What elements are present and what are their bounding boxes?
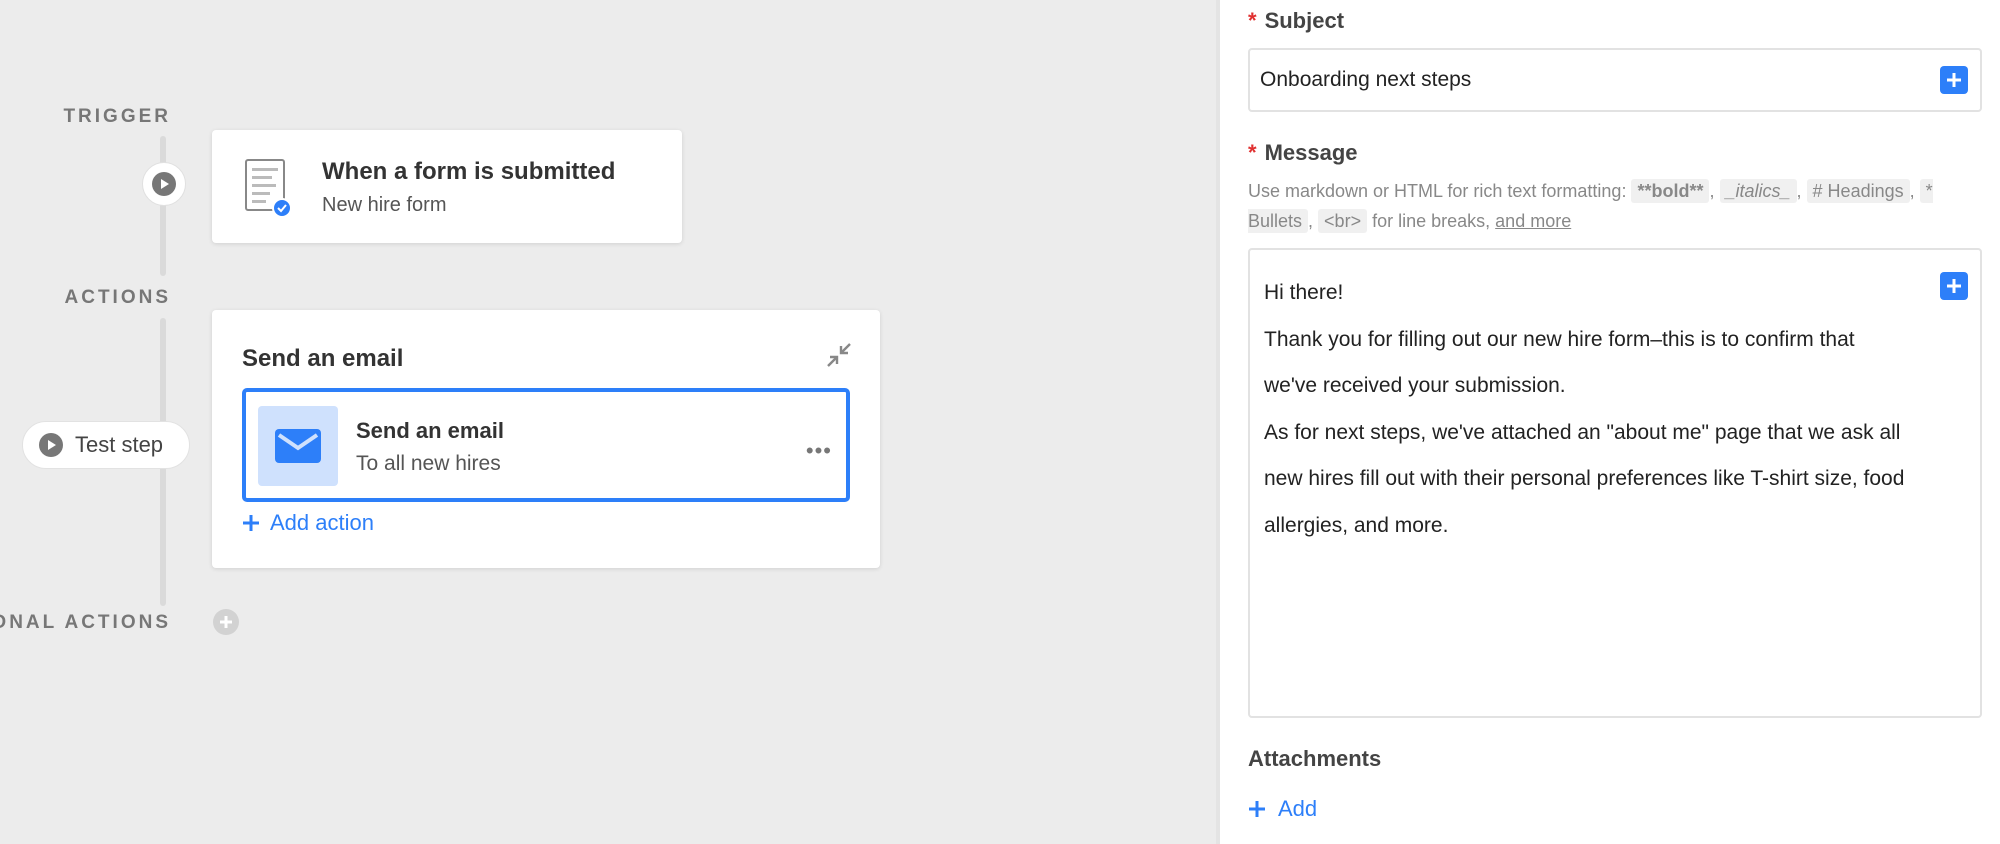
play-icon [152,172,176,196]
plus-icon [243,515,259,531]
action-card[interactable]: Send an email Send an email To all new h… [212,310,880,568]
message-label: * Message [1248,140,1358,166]
trigger-title: When a form is submitted [322,158,616,185]
trigger-run-button[interactable] [142,162,186,206]
automation-canvas: TRIGGER When a form is submitted New hir… [0,0,1216,844]
message-line: new hires fill out with their personal p… [1264,467,1905,490]
add-attachment-button[interactable]: Add [1248,796,1317,822]
test-step-button[interactable]: Test step [22,421,190,469]
plus-icon [1249,801,1265,817]
subject-label-text: Subject [1264,8,1345,33]
message-line: Thank you for filling out our new hire f… [1264,327,1855,351]
plus-icon [220,616,232,628]
required-mark: * [1248,8,1257,33]
message-body: Hi there! Thank you for filling out our … [1264,270,1964,549]
trigger-section-label: TRIGGER [63,106,171,127]
insert-field-button[interactable] [1940,66,1968,94]
hint-linebreaks: for line breaks, [1372,211,1491,231]
play-icon [39,433,63,457]
conditional-section-label: IONAL ACTIONS [0,612,171,633]
compress-icon[interactable] [826,342,852,368]
hint-code-br: <br> [1318,209,1368,233]
subject-input[interactable]: Onboarding next steps [1248,48,1982,112]
and-more-link[interactable]: and more [1495,211,1571,231]
email-step[interactable]: Send an email To all new hires ••• [242,388,850,502]
plus-icon [1947,279,1961,293]
message-textarea[interactable]: Hi there! Thank you for filling out our … [1248,248,1982,718]
add-action-button[interactable]: Add action [242,510,374,536]
trigger-card[interactable]: When a form is submitted New hire form [212,130,682,243]
required-mark: * [1248,140,1257,165]
envelope-icon [258,406,338,486]
message-line: allergies, and more. [1264,513,1449,537]
connector-line [160,136,166,276]
message-line: we've received your submission. [1264,374,1566,397]
subject-value: Onboarding next steps [1260,68,1472,91]
subject-label: * Subject [1248,8,1344,34]
action-card-title: Send an email [242,345,404,372]
form-icon [244,158,292,218]
step-subtitle: To all new hires [356,452,501,475]
add-attachment-label: Add [1278,796,1318,821]
actions-section-label: ACTIONS [64,287,171,308]
test-step-label: Test step [75,432,164,457]
attachments-label: Attachments [1248,746,1382,771]
message-line: As for next steps, we've attached an "ab… [1264,420,1901,444]
message-line: Hi there! [1264,281,1344,304]
plus-icon [1947,73,1961,87]
hint-code-headings: # Headings [1806,179,1910,203]
hint-code-bold: **bold** [1631,179,1710,203]
trigger-subtitle: New hire form [322,194,447,216]
add-action-label: Add action [270,510,374,535]
message-label-text: Message [1264,140,1358,165]
step-title: Send an email [356,418,504,443]
formatting-hint: Use markdown or HTML for rich text forma… [1248,179,1933,233]
hint-code-italics: _italics_ [1719,179,1797,203]
insert-field-button[interactable] [1940,272,1968,300]
email-config-panel: * Subject Onboarding next steps * Messag… [1216,0,2000,844]
more-icon[interactable]: ••• [806,438,832,464]
add-conditional-button[interactable] [213,609,239,635]
hint-prefix: Use markdown or HTML for rich text forma… [1248,181,1627,201]
